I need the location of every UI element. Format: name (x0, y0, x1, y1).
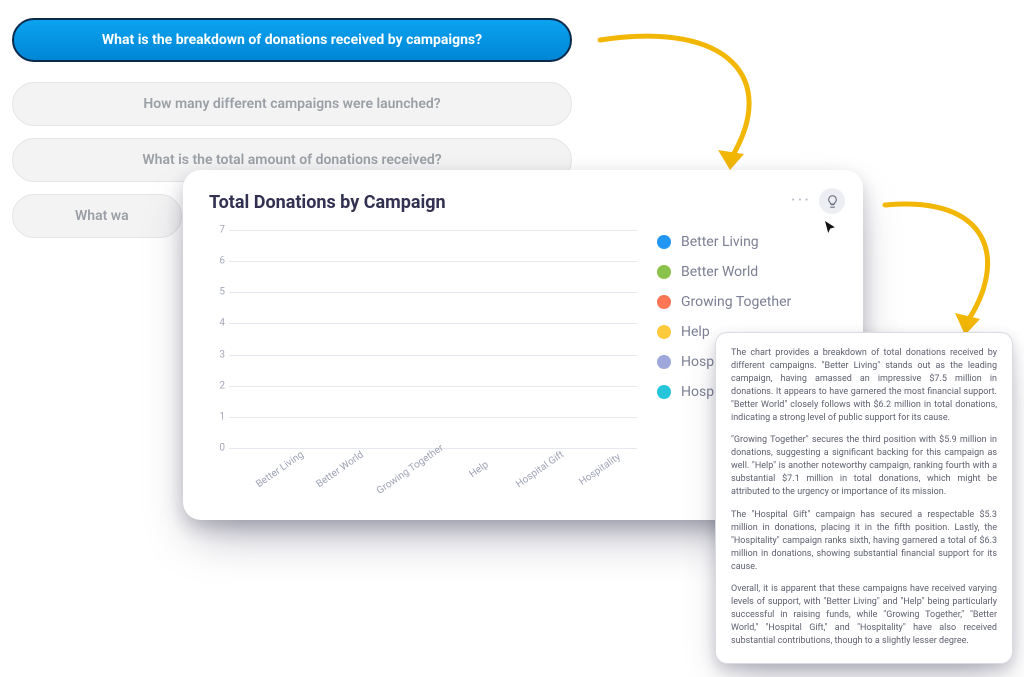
chart-bars (247, 230, 627, 448)
legend-label: Growing Together (681, 294, 791, 310)
insight-paragraph: Overall, it is apparent that these campa… (731, 583, 997, 648)
more-icon[interactable]: ··· (791, 192, 811, 210)
legend-item: Growing Together (657, 294, 837, 310)
chart-title: Total Donations by Campaign (209, 192, 837, 213)
y-axis-tick: 5 (211, 287, 225, 298)
insight-paragraph: The chart provides a breakdown of total … (731, 347, 997, 425)
legend-label: Better Living (681, 234, 759, 250)
y-axis-tick: 3 (211, 349, 225, 360)
legend-swatch (657, 385, 671, 399)
legend-swatch (657, 355, 671, 369)
y-axis-tick: 7 (211, 225, 225, 236)
y-axis-tick: 6 (211, 256, 225, 267)
legend-item: Better World (657, 264, 837, 280)
insight-paragraph: The "Hospital Gift" campaign has secured… (731, 509, 997, 574)
legend-swatch (657, 265, 671, 279)
card-actions: ··· (791, 188, 845, 214)
y-axis-tick: 4 (211, 318, 225, 329)
legend-label: Better World (681, 264, 758, 280)
question-pill-active[interactable]: What is the breakdown of donations recei… (12, 18, 572, 62)
y-axis-tick: 0 (211, 443, 225, 454)
y-axis-tick: 1 (211, 411, 225, 422)
lightbulb-icon (825, 194, 840, 209)
legend-swatch (657, 325, 671, 339)
question-pill[interactable]: How many different campaigns were launch… (12, 82, 572, 126)
legend-item: Better Living (657, 234, 837, 250)
insight-button[interactable] (819, 188, 845, 214)
bar-chart: 01234567 Better LivingBetter WorldGrowin… (209, 230, 637, 496)
legend-swatch (657, 295, 671, 309)
insight-paragraph: "Growing Together" secures the third pos… (731, 434, 997, 499)
arrow-decoration (580, 20, 800, 190)
legend-swatch (657, 235, 671, 249)
question-pill-truncated[interactable]: What wa (12, 194, 182, 238)
legend-label: Help (681, 324, 710, 340)
insight-card: The chart provides a breakdown of total … (715, 332, 1013, 664)
arrow-decoration (870, 190, 1020, 350)
y-axis-tick: 2 (211, 380, 225, 391)
